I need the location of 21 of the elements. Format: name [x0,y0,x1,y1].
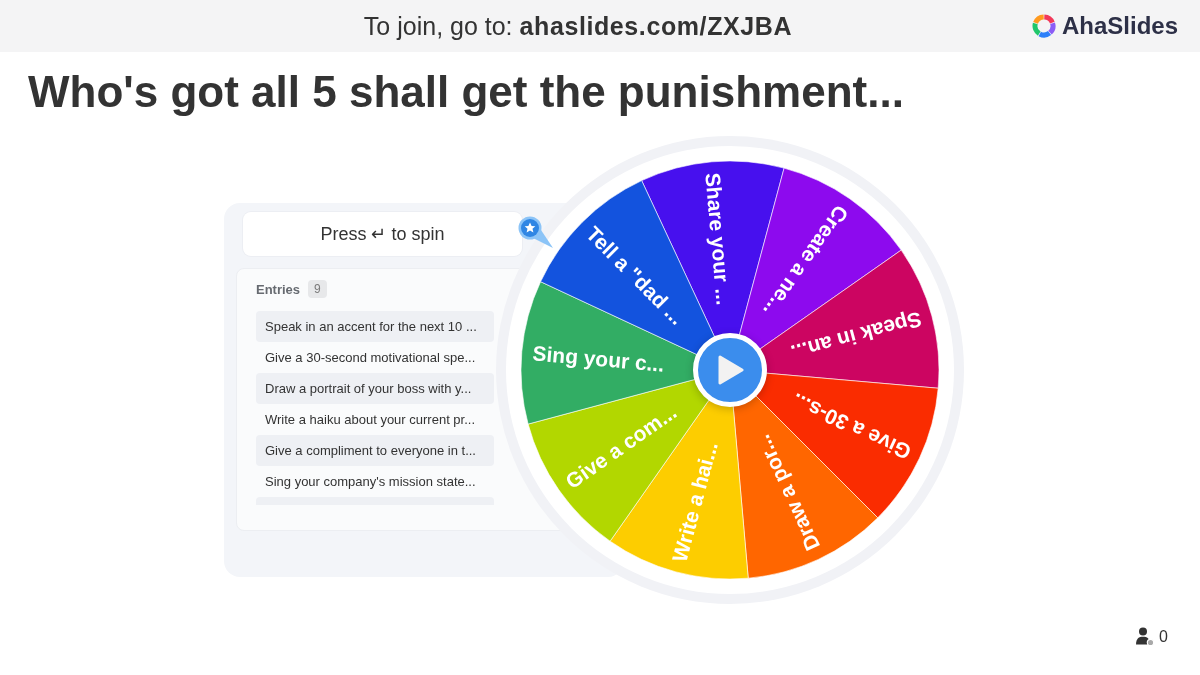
entry-item[interactable]: Sing your company's mission state... [256,466,494,497]
play-icon [716,355,744,385]
segment-label: Sing your c... [531,341,666,376]
participant-count: 0 [1159,627,1168,646]
logo-icon [1031,14,1056,38]
entry-item[interactable]: Draw a portrait of your boss with y... [256,373,494,404]
entries-count: 9 [308,280,327,298]
spin-prompt: Press ↵ to spin [243,212,522,256]
brand-name: AhaSlides [1061,12,1178,40]
segment-label: Draw a por... [750,431,825,555]
star-pin-icon [517,215,555,249]
segment-label: Share your ... [701,171,736,307]
join-instructions: To join, go to: ahaslides.com/ZXJBA [363,11,793,41]
entries-label: Entries [256,281,301,297]
entry-item[interactable]: Give a 30-second motivational spe... [256,342,494,373]
slide-title: Who's got all 5 shall get the punishment... [27,66,905,118]
entry-item[interactable]: Write a haiku about your current pr... [256,404,494,435]
participant-icon [1135,627,1155,646]
entry-item[interactable]: Speak in an accent for the next 10 ... [256,311,494,342]
entry-item[interactable]: Give a compliment to everyone in t... [256,435,494,466]
segment-label: Speak in an... [788,307,925,365]
